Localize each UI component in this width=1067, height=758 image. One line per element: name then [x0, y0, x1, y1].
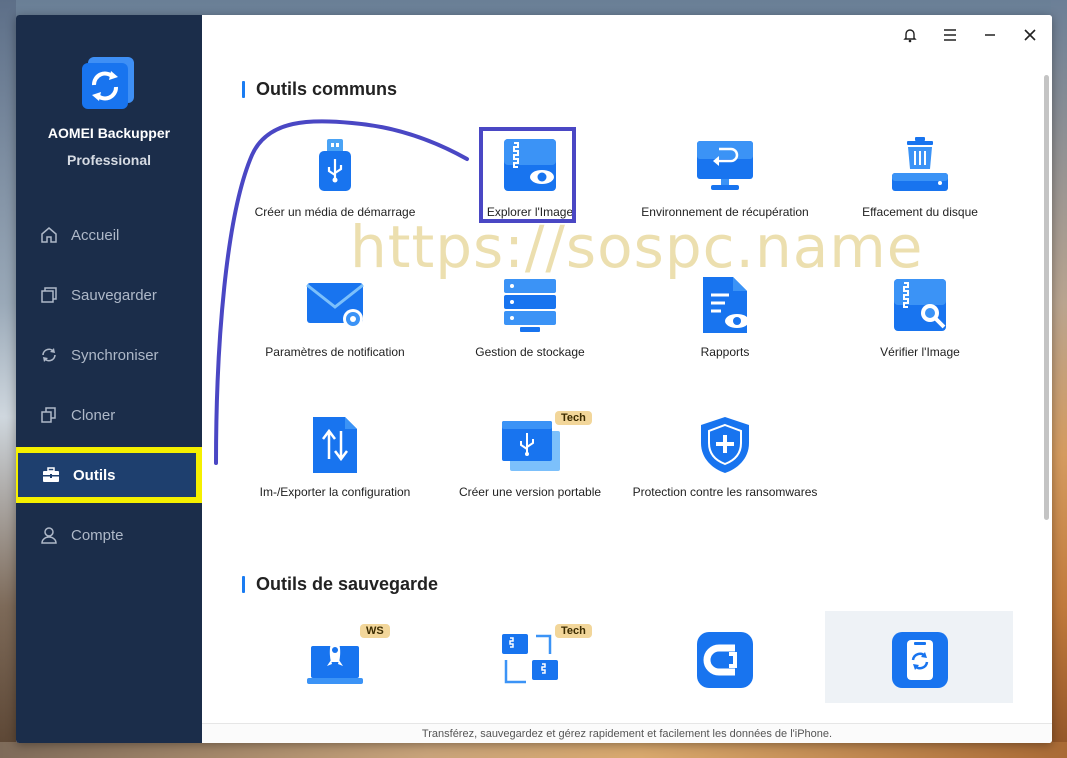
desktop-background-bottom: [0, 742, 1067, 758]
tool-ransomware-protection[interactable]: Protection contre les ransomwares: [625, 405, 825, 535]
tool-label: Protection contre les ransomwares: [632, 485, 818, 499]
bell-icon[interactable]: [900, 25, 920, 45]
cbackup-icon: [697, 632, 753, 688]
user-icon: [38, 524, 60, 546]
sidebar-item-synchroniser[interactable]: Synchroniser: [16, 333, 202, 377]
annotation-highlight-box: [479, 127, 576, 223]
tool-label: Vérifier l'Image: [880, 345, 960, 359]
toolbox-icon: [40, 464, 62, 486]
tool-verify-image[interactable]: Vérifier l'Image: [820, 265, 1020, 395]
image-check-icon: [894, 279, 946, 331]
watermark: https://sospc.name: [350, 213, 924, 281]
sync-icon: [38, 344, 60, 366]
sidebar-item-label: Outils: [73, 466, 116, 484]
app-logo: [82, 57, 134, 109]
minimize-icon[interactable]: [980, 25, 1000, 45]
backup-icon: [38, 284, 60, 306]
tool-iphone-backup[interactable]: [820, 620, 1020, 710]
tool-backup-rocket[interactable]: WS: [235, 620, 435, 710]
sidebar: AOMEI Backupper Professional Accueil Sau…: [16, 15, 202, 743]
recovery-monitor-icon: [697, 141, 753, 190]
scrollbar[interactable]: [1044, 75, 1049, 520]
tool-storage-management[interactable]: Gestion de stockage: [430, 265, 630, 395]
close-icon[interactable]: [1020, 25, 1040, 45]
sidebar-item-compte[interactable]: Compte: [16, 513, 202, 557]
tool-label: Gestion de stockage: [475, 345, 585, 359]
sidebar-item-sauvegarder[interactable]: Sauvegarder: [16, 273, 202, 317]
mail-settings-icon: [306, 283, 364, 329]
section-title-outils-communs: Outils communs: [242, 79, 397, 100]
tool-reports[interactable]: Rapports: [625, 265, 825, 395]
tool-create-portable[interactable]: Tech Créer une version portable: [430, 405, 630, 535]
tool-label: Rapports: [700, 345, 750, 359]
desktop-background-left: [0, 0, 16, 758]
sidebar-item-outils[interactable]: Outils: [16, 447, 202, 503]
tool-label: Créer une version portable: [458, 485, 602, 499]
sidebar-item-accueil[interactable]: Accueil: [16, 213, 202, 257]
disk-wipe-icon: [892, 137, 948, 191]
sidebar-item-label: Synchroniser: [71, 346, 159, 364]
tool-label: Paramètres de notification: [265, 345, 405, 359]
home-icon: [38, 224, 60, 246]
desktop-background-right: [1051, 0, 1067, 758]
clone-icon: [38, 404, 60, 426]
sidebar-item-label: Accueil: [71, 226, 120, 244]
main-content: Outils communs Créer un média de démarra…: [202, 15, 1052, 743]
tool-import-export-config[interactable]: Im-/Exporter la configuration: [235, 405, 435, 535]
import-export-icon: [313, 417, 357, 473]
app-edition: Professional: [66, 152, 152, 168]
network-backup-icon: [502, 634, 558, 684]
menu-icon[interactable]: [940, 25, 960, 45]
rocket-laptop-icon: [307, 636, 363, 684]
app-name: AOMEI Backupper: [47, 125, 171, 141]
sidebar-item-label: Cloner: [71, 406, 116, 424]
app-window: AOMEI Backupper Professional Accueil Sau…: [16, 15, 1052, 743]
report-icon: [703, 277, 749, 333]
tool-notification-settings[interactable]: Paramètres de notification: [235, 265, 435, 395]
portable-version-icon: [502, 421, 560, 471]
tech-badge: Tech: [555, 624, 592, 638]
shield-plus-icon: [701, 417, 749, 473]
status-tooltip: Transférez, sauvegardez et gérez rapidem…: [202, 723, 1052, 743]
tool-backup-network[interactable]: Tech: [430, 620, 630, 710]
ws-badge: WS: [360, 624, 390, 638]
storage-server-icon: [504, 279, 556, 332]
tool-label: Im-/Exporter la configuration: [259, 485, 411, 499]
sidebar-item-cloner[interactable]: Cloner: [16, 393, 202, 437]
sidebar-item-label: Compte: [71, 526, 124, 544]
sidebar-item-label: Sauvegarder: [71, 286, 157, 304]
tool-cbackup[interactable]: [625, 620, 825, 710]
usb-drive-icon: [319, 139, 351, 191]
section-title-outils-de-sauvegarde: Outils de sauvegarde: [242, 574, 438, 595]
iphone-backup-icon: [892, 632, 948, 688]
tech-badge: Tech: [555, 411, 592, 425]
